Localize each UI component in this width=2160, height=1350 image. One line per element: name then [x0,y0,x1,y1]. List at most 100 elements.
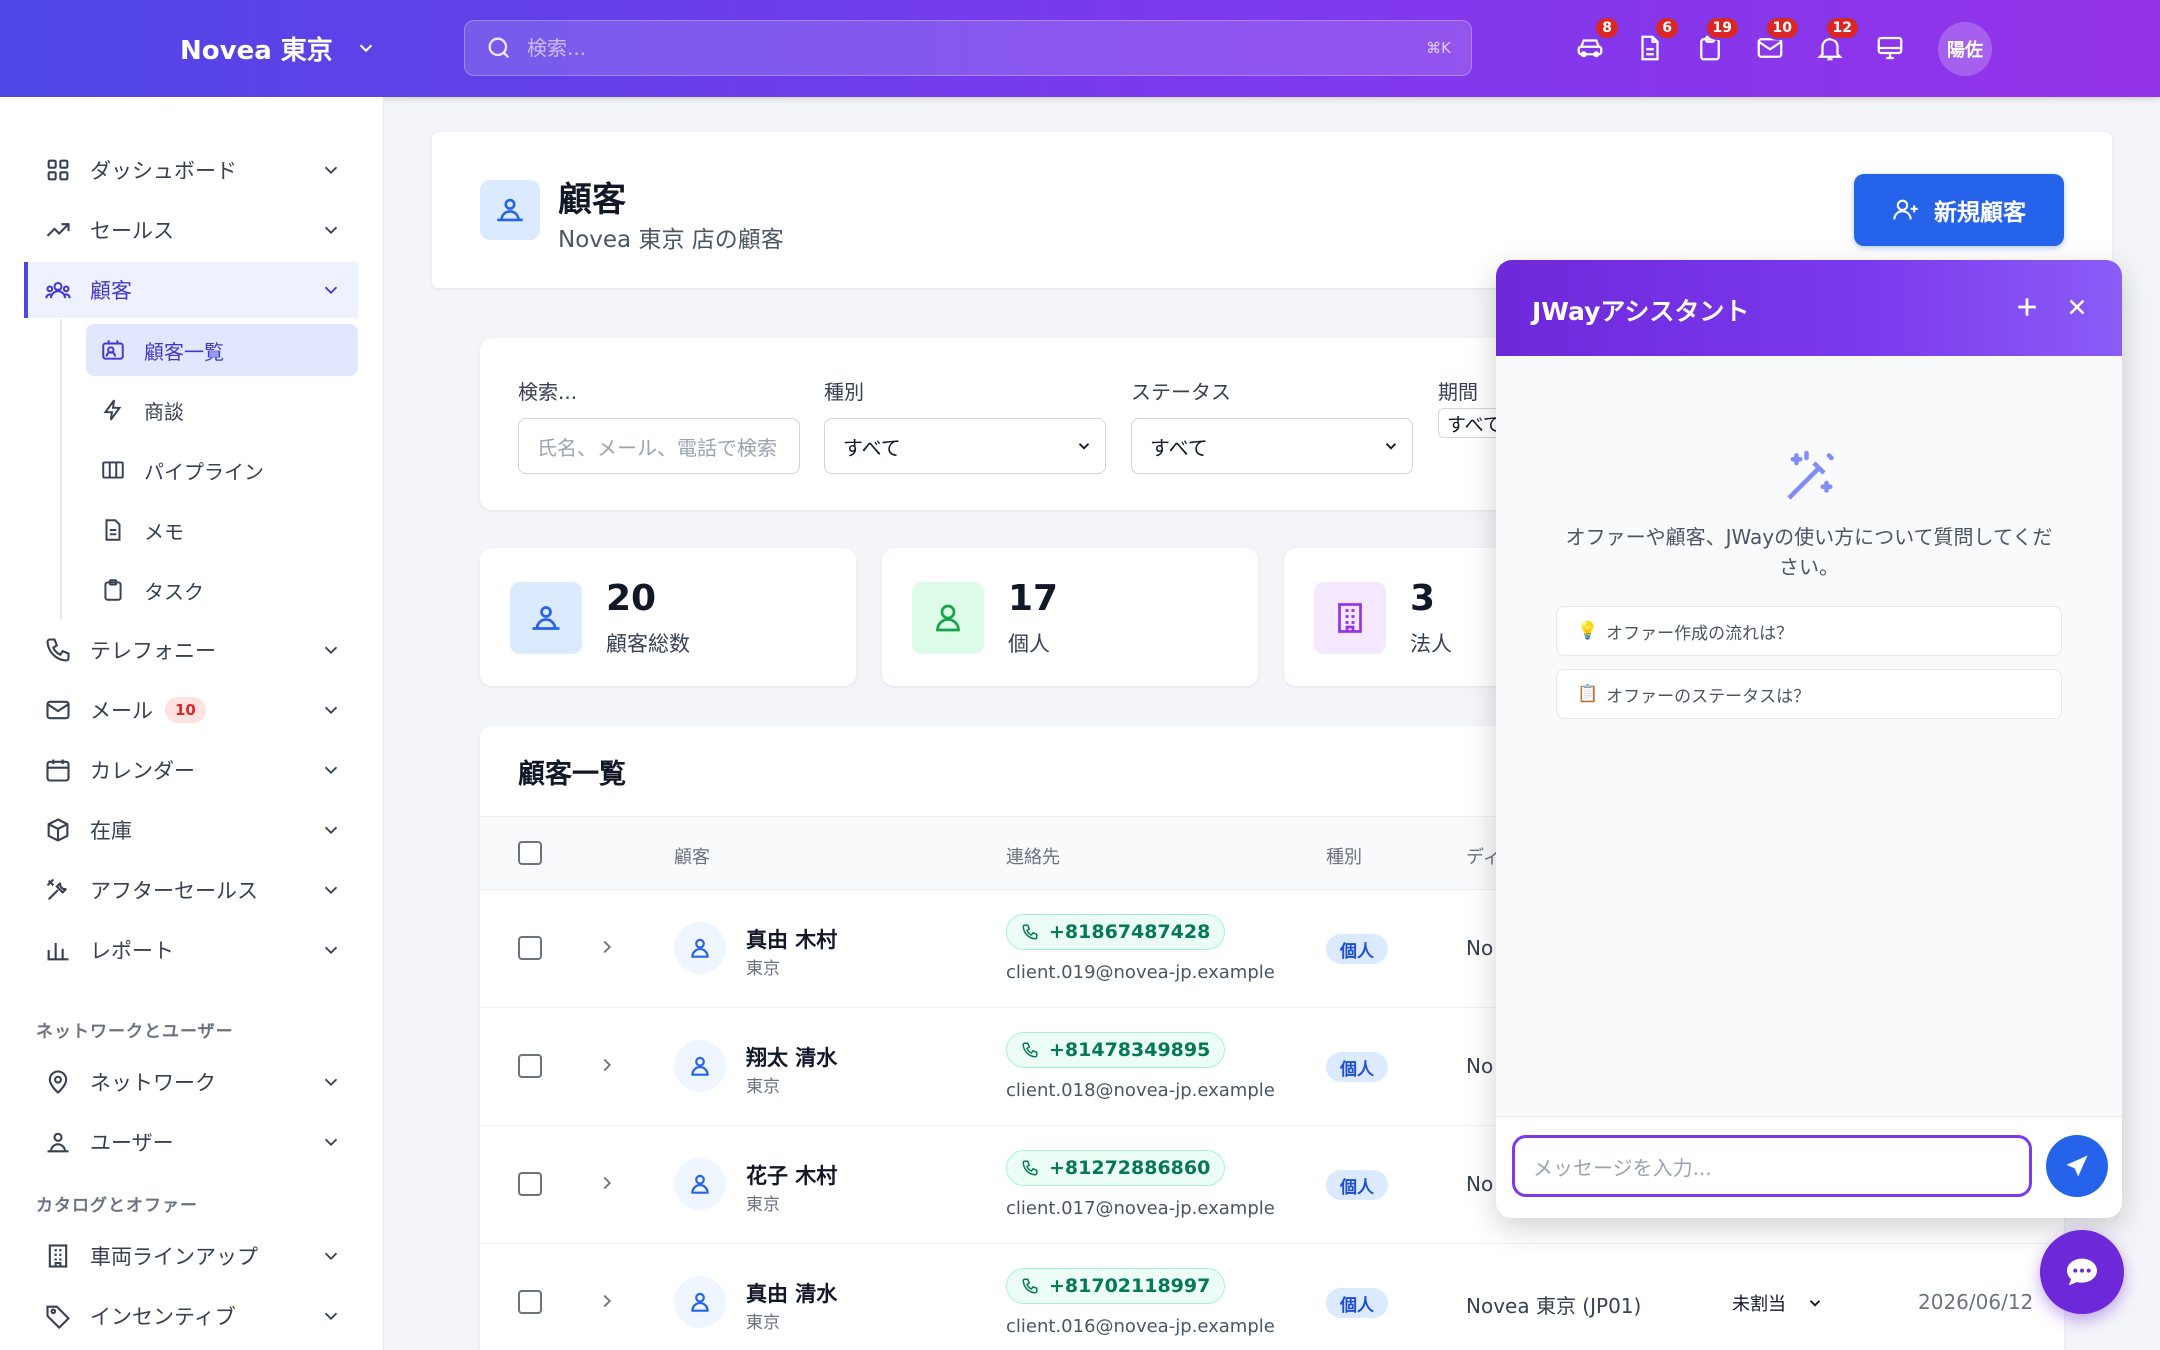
chevron-down-icon [324,646,338,655]
phone-icon [46,638,70,662]
search-input[interactable] [527,36,1427,60]
mail-icon[interactable]: 10 [1752,16,1800,68]
close-icon[interactable] [2064,294,2090,320]
plus-icon[interactable] [2012,292,2042,322]
user-icon [674,1040,726,1092]
phone-chip[interactable]: +81867487428 [1006,914,1226,950]
customer-name[interactable]: 真由 清水 [746,1278,837,1308]
sidebar-item-notes[interactable]: メモ [86,504,358,556]
user-avatar[interactable]: 陽佐 [1938,22,1992,76]
notification-badge: 19 [1704,16,1740,40]
send-button[interactable] [2046,1135,2108,1197]
customer-name[interactable]: 花子 木村 [746,1160,837,1190]
sidebar-item-mail[interactable]: メール 10 [24,682,358,738]
bell-icon[interactable]: 12 [1812,16,1860,68]
search-shortcut: ⌘K [1426,39,1451,57]
row-checkbox[interactable] [518,936,542,960]
sidebar-item-incentives[interactable]: インセンティブ [24,1288,358,1344]
sidebar-item-network[interactable]: ネットワーク [24,1054,358,1110]
sidebar-subitem-label: 商談 [144,399,184,424]
tools-icon [46,878,67,901]
new-customer-button[interactable]: 新規顧客 [1854,174,2064,246]
global-search[interactable]: ⌘K [464,20,1472,76]
monitor-icon[interactable] [1872,28,1908,68]
customer-date: 2026/06/12 [1918,1290,2034,1314]
status-select[interactable]: すべて [1131,418,1413,474]
customer-email[interactable]: client.016@novea-jp.example [1006,1316,1275,1337]
document-icon[interactable]: 6 [1632,16,1680,68]
sidebar-item-vehicle-lineup[interactable]: 車両ラインアップ [24,1228,358,1284]
customer-dealer: No [1466,936,1494,960]
clipboard-icon[interactable]: 19 [1692,16,1740,68]
suggestion-offer-status[interactable]: 📋 オファーのステータスは？ [1556,669,2062,719]
sidebar-item-label: アフターセールス [90,879,258,903]
stat-value: 20 [606,578,657,619]
customer-email[interactable]: client.018@novea-jp.example [1006,1080,1275,1101]
chevron-right-icon[interactable] [596,1290,618,1312]
table-row[interactable]: 真由 清水 東京 +81702118997 client.016@novea-j… [480,1244,2064,1350]
chevron-right-icon[interactable] [596,936,618,958]
sidebar-item-calendar[interactable]: カレンダー [24,742,358,798]
submenu-divider [60,319,62,619]
bar-chart-icon [47,943,69,961]
customer-name[interactable]: 真由 木村 [746,924,837,954]
sidebar-item-pipeline[interactable]: パイプライン [86,444,358,496]
columns-icon [102,461,124,479]
assignee-select[interactable]: 未割当 [1732,1290,1824,1316]
customer-email[interactable]: client.017@novea-jp.example [1006,1198,1275,1219]
suggestion-offer-flow[interactable]: 💡 オファー作成の流れは？ [1556,606,2062,656]
sidebar-item-after-sales[interactable]: アフターセールス [24,862,358,918]
column-header-customer[interactable]: 顧客 [674,843,710,869]
chevron-down-icon [324,886,338,895]
phone-chip[interactable]: +81702118997 [1006,1268,1226,1304]
sidebar-item-dashboard[interactable]: ダッシュボード [24,142,358,198]
chat-footer: メッセージを入力... [1496,1116,2122,1218]
type-select[interactable]: すべて [824,418,1106,474]
sidebar-item-inventory[interactable]: 在庫 [24,802,358,858]
type-label: 種別 [824,380,864,404]
type-badge: 個人 [1326,1288,1388,1318]
sidebar-item-label: インセンティブ [90,1305,236,1329]
column-header-contact[interactable]: 連絡先 [1006,843,1060,869]
sidebar-item-label: ネットワーク [90,1071,216,1095]
sidebar-item-customers[interactable]: 顧客 [24,262,358,318]
sidebar-item-reports[interactable]: レポート [24,922,358,978]
stat-total-customers: 20 顧客総数 [480,548,856,686]
sidebar-item-tasks[interactable]: タスク [86,564,358,616]
bolt-icon [103,399,122,421]
contact-card-icon [102,340,124,360]
user-group-icon [47,1132,69,1153]
chevron-right-icon[interactable] [596,1172,618,1194]
brand-switcher[interactable]: Novea 東京 [180,28,377,68]
sidebar-item-sales[interactable]: セールス [24,202,358,258]
column-header-type[interactable]: 種別 [1326,843,1362,869]
customer-city: 東京 [746,1313,780,1333]
sidebar-item-users[interactable]: ユーザー [24,1114,358,1170]
customer-name[interactable]: 翔太 清水 [746,1042,837,1072]
row-checkbox[interactable] [518,1290,542,1314]
row-checkbox[interactable] [518,1054,542,1078]
sidebar-item-deals[interactable]: 商談 [86,384,358,436]
trending-up-icon [46,223,70,237]
row-checkbox[interactable] [518,1172,542,1196]
chevron-right-icon[interactable] [596,1054,618,1076]
sidebar-item-customer-list[interactable]: 顧客一覧 [86,324,358,376]
customer-search-input[interactable]: 氏名、メール、電話で検索 [518,418,800,474]
chevron-down-icon [324,1252,338,1261]
chevron-down-icon [324,826,338,835]
customer-email[interactable]: client.019@novea-jp.example [1006,962,1275,983]
section-label-catalog: カタログとオファー [36,1196,198,1216]
sidebar-item-label: テレフォニー [90,639,216,663]
top-bar: Novea 東京 ⌘K 8 6 19 10 12 陽佐 [0,0,2160,97]
chat-message-input[interactable]: メッセージを入力... [1512,1135,2032,1197]
phone-chip[interactable]: +81272886860 [1006,1150,1226,1186]
select-all-checkbox[interactable] [518,841,542,865]
sidebar-item-telephony[interactable]: テレフォニー [24,622,358,678]
car-icon[interactable]: 8 [1572,16,1620,68]
mail-count-badge: 10 [165,697,206,723]
phone-chip[interactable]: +81478349895 [1006,1032,1226,1068]
type-badge: 個人 [1326,1052,1388,1082]
chat-toggle-button[interactable] [2040,1230,2124,1314]
stat-label: 個人 [1008,632,1050,656]
notification-badge: 6 [1654,16,1680,40]
